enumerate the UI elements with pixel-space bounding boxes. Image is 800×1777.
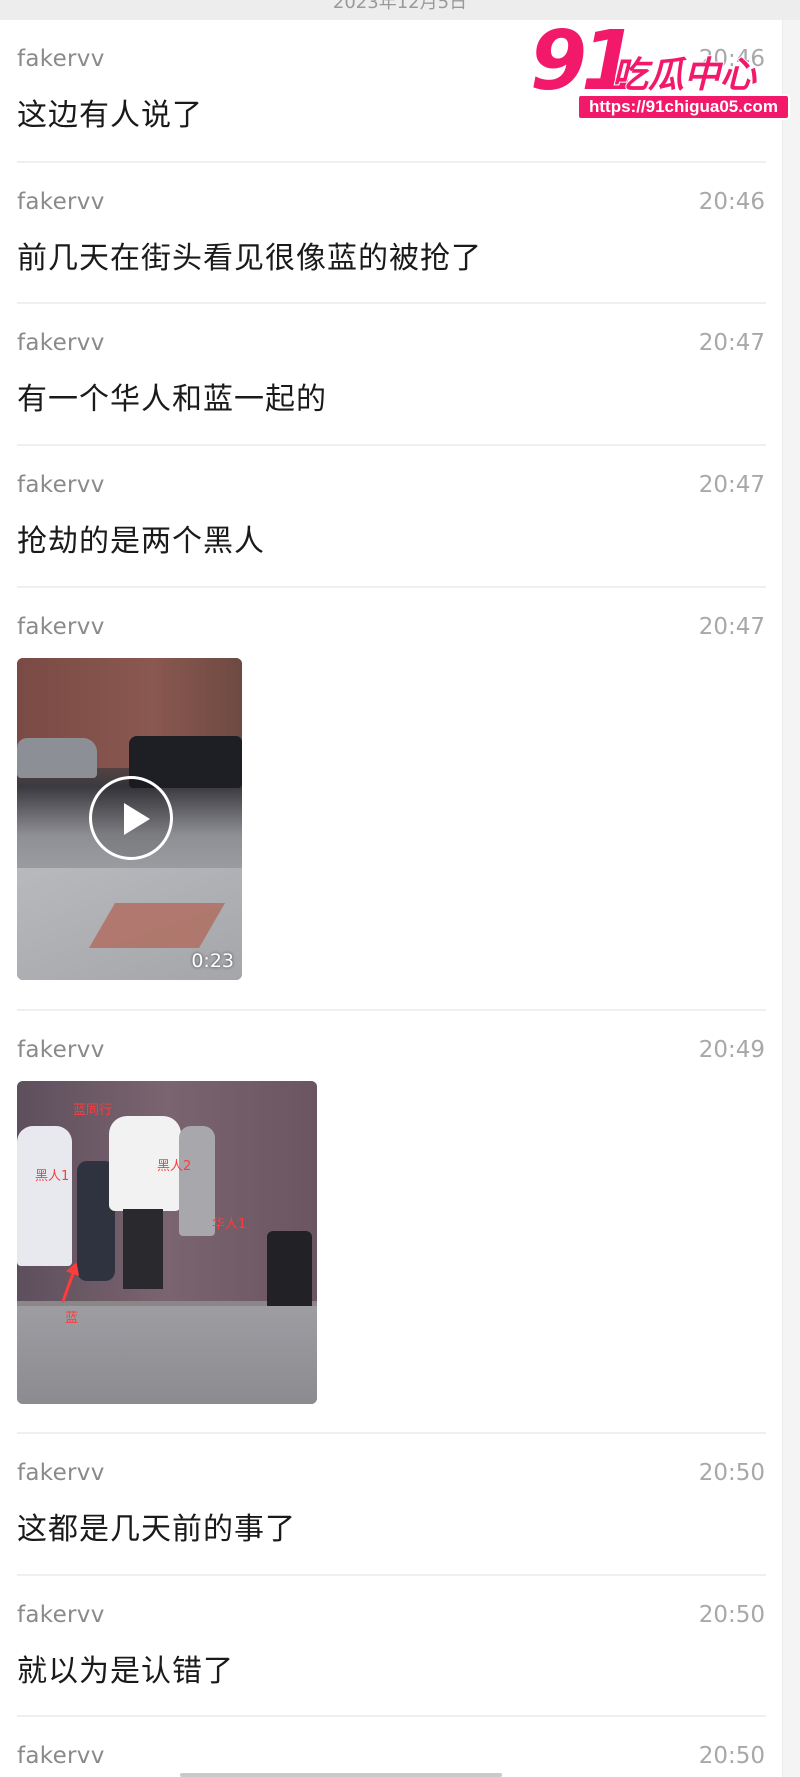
message-time: 20:47 xyxy=(698,614,765,640)
date-header: 2023年12月5日 xyxy=(0,0,800,20)
annotation-label: 黑人2 xyxy=(157,1159,192,1174)
photo-person xyxy=(179,1126,215,1236)
chat-message[interactable]: fakervv 20:47 抢劫的是两个黑人 xyxy=(0,446,782,588)
date-label: 2023年12月5日 xyxy=(332,0,468,13)
annotation-label: 黑人1 xyxy=(35,1169,70,1184)
chat-message[interactable]: fakervv 20:47 0:23 xyxy=(0,588,782,1011)
video-scene-car xyxy=(17,738,97,778)
message-text: 抢劫的是两个黑人 xyxy=(17,524,265,559)
message-text: 这都是几天前的事了 xyxy=(17,1512,296,1547)
chat-message[interactable]: fakervv 20:50 这都是几天前的事了 xyxy=(0,1434,782,1576)
play-icon[interactable] xyxy=(89,776,173,860)
chat-message[interactable]: fakervv 20:50 xyxy=(0,1717,782,1777)
message-time: 20:49 xyxy=(698,1037,765,1063)
message-text: 这边有人说了 xyxy=(17,98,203,133)
message-text: 前几天在街头看见很像蓝的被抢了 xyxy=(17,241,482,276)
chat-message[interactable]: fakervv 20:49 蓝同行 黑人1 黑人2 华人1 蓝 xyxy=(0,1011,782,1434)
annotation-label: 蓝 xyxy=(65,1311,79,1326)
video-duration: 0:23 xyxy=(191,950,234,972)
scroll-gutter xyxy=(782,20,800,1777)
video-thumbnail[interactable]: 0:23 xyxy=(17,658,242,980)
image-attachment[interactable]: 蓝同行 黑人1 黑人2 华人1 蓝 xyxy=(17,1081,317,1404)
watermark-url: https://91chigua05.com xyxy=(577,94,790,120)
chat-message[interactable]: fakervv 20:50 就以为是认错了 xyxy=(0,1576,782,1717)
photo-ground xyxy=(17,1306,317,1404)
message-time: 20:50 xyxy=(698,1460,765,1486)
annotation-label: 华人1 xyxy=(212,1217,247,1232)
site-watermark: 91 吃瓜中心 https://91chigua05.com xyxy=(528,13,790,126)
home-indicator[interactable] xyxy=(180,1773,502,1777)
message-text: 有一个华人和蓝一起的 xyxy=(17,382,327,417)
watermark-name: 吃瓜中心 xyxy=(611,54,757,97)
message-time: 20:47 xyxy=(698,472,765,498)
annotation-label: 蓝同行 xyxy=(73,1103,113,1118)
message-time: 20:46 xyxy=(698,189,765,215)
message-time: 20:47 xyxy=(698,330,765,356)
message-time: 20:50 xyxy=(698,1743,765,1769)
photo-person-legs xyxy=(123,1209,163,1289)
chat-message[interactable]: fakervv 20:47 有一个华人和蓝一起的 xyxy=(0,304,782,446)
message-time: 20:50 xyxy=(698,1602,765,1628)
photo-person xyxy=(17,1126,72,1266)
chat-message[interactable]: fakervv 20:46 前几天在街头看见很像蓝的被抢了 xyxy=(0,163,782,304)
message-text: 就以为是认错了 xyxy=(17,1654,234,1689)
